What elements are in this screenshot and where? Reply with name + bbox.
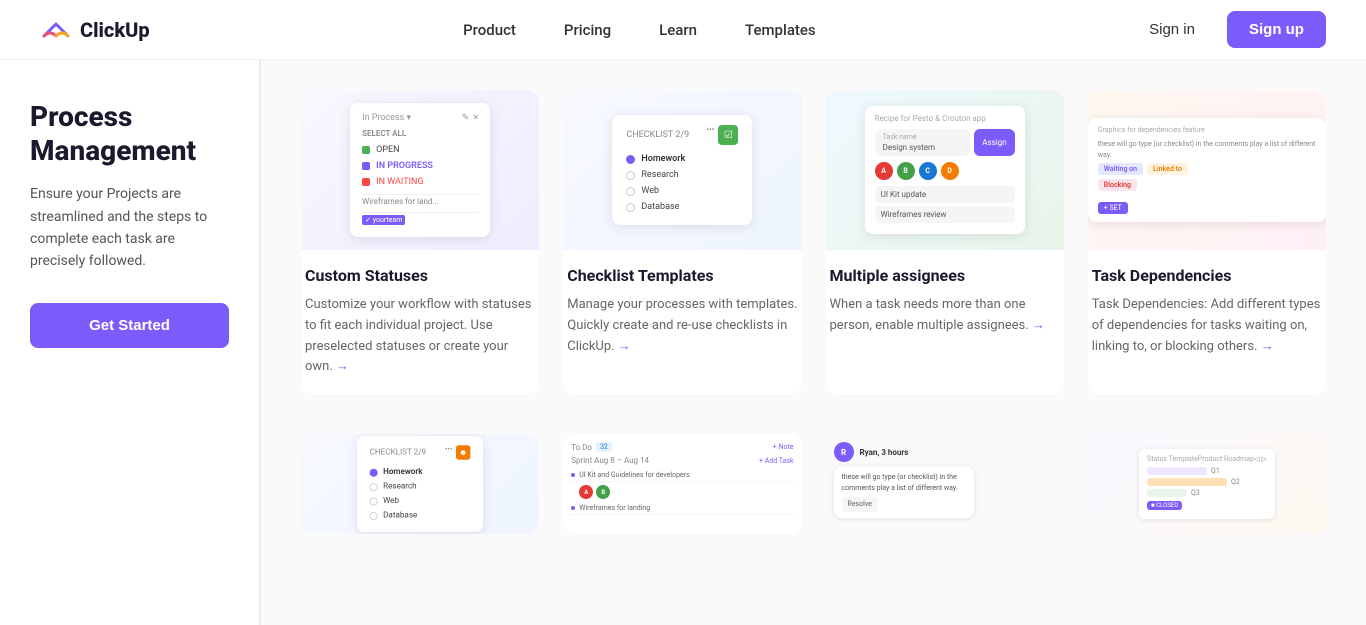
sidebar: Process Management Ensure your Projects … bbox=[0, 60, 260, 625]
feature-title-custom-statuses: Custom Statuses bbox=[305, 266, 535, 285]
feature-desc-multiple-assignees: When a task needs more than one person, … bbox=[830, 295, 1060, 337]
feature-image-custom-statuses: In Process ▾ ✎ × SELECT ALL OPEN bbox=[301, 90, 539, 250]
nav-product[interactable]: Product bbox=[443, 13, 536, 47]
feature-card-bottom-roadmap: Status Template Product Roadmap ◁ ▷ Q1 bbox=[1088, 434, 1326, 534]
get-started-button[interactable]: Get Started bbox=[30, 303, 229, 348]
feature-image-checklist-templates: CHECKLIST 2/9 ••• ☑ Homework bbox=[563, 90, 801, 250]
logo[interactable]: ClickUp bbox=[40, 14, 150, 46]
mock-checklist-ui: CHECKLIST 2/9 ••• ☑ Homework bbox=[563, 90, 801, 250]
feature-link-multiple-assignees[interactable]: → bbox=[1032, 318, 1045, 333]
feature-body-task-dependencies: Task Dependencies Task Dependencies: Add… bbox=[1088, 250, 1326, 373]
feature-link-task-dependencies[interactable]: → bbox=[1261, 339, 1274, 354]
nav-links: Product Pricing Learn Templates bbox=[443, 13, 836, 47]
nav-learn[interactable]: Learn bbox=[639, 13, 717, 47]
feature-card-checklist-templates: CHECKLIST 2/9 ••• ☑ Homework bbox=[563, 90, 801, 394]
mock-comment-ui: R Ryan, 3 hours these will go type (or c… bbox=[826, 434, 1064, 534]
nav-templates[interactable]: Templates bbox=[725, 13, 836, 47]
signin-button[interactable]: Sign in bbox=[1129, 13, 1215, 46]
feature-desc-custom-statuses: Customize your workflow with statuses to… bbox=[305, 295, 535, 378]
signup-button[interactable]: Sign up bbox=[1227, 11, 1326, 48]
logo-text: ClickUp bbox=[80, 18, 150, 42]
feature-card-task-dependencies: Graphics for dependencies feature these … bbox=[1088, 90, 1326, 394]
feature-body-custom-statuses: Custom Statuses Customize your workflow … bbox=[301, 250, 539, 394]
feature-image-task-dependencies: Graphics for dependencies feature these … bbox=[1088, 90, 1326, 250]
feature-title-task-dependencies: Task Dependencies bbox=[1092, 266, 1322, 285]
feature-title-checklist-templates: Checklist Templates bbox=[567, 266, 797, 285]
feature-title-multiple-assignees: Multiple assignees bbox=[830, 266, 1060, 285]
mock-deps-ui: Graphics for dependencies feature these … bbox=[1088, 90, 1326, 250]
logo-icon bbox=[40, 14, 72, 46]
nav-actions: Sign in Sign up bbox=[1129, 11, 1326, 48]
mock-sprint-ui: To Do 32 + Note Sprint Aug 8 – Aug 14 + … bbox=[563, 434, 801, 534]
feature-link-checklist-templates[interactable]: → bbox=[618, 339, 631, 354]
feature-card-bottom-checklist: CHECKLIST 2/9 ••• ☻ Homework Research bbox=[301, 434, 539, 534]
mock-statuses-ui: In Process ▾ ✎ × SELECT ALL OPEN bbox=[301, 90, 539, 250]
feature-card-bottom-comments: R Ryan, 3 hours these will go type (or c… bbox=[826, 434, 1064, 534]
page-layout: Process Management Ensure your Projects … bbox=[0, 60, 1366, 625]
feature-image-bottom-sprint: To Do 32 + Note Sprint Aug 8 – Aug 14 + … bbox=[563, 434, 801, 534]
feature-body-checklist-templates: Checklist Templates Manage your processe… bbox=[563, 250, 801, 373]
feature-link-custom-statuses[interactable]: → bbox=[336, 359, 349, 374]
feature-card-bottom-sprint: To Do 32 + Note Sprint Aug 8 – Aug 14 + … bbox=[563, 434, 801, 534]
feature-desc-task-dependencies: Task Dependencies: Add different types o… bbox=[1092, 295, 1322, 357]
navbar: ClickUp Product Pricing Learn Templates … bbox=[0, 0, 1366, 60]
page-title: Process Management bbox=[30, 100, 229, 167]
sidebar-description: Ensure your Projects are streamlined and… bbox=[30, 183, 229, 273]
feature-card-custom-statuses: In Process ▾ ✎ × SELECT ALL OPEN bbox=[301, 90, 539, 394]
nav-pricing[interactable]: Pricing bbox=[544, 13, 631, 47]
features-grid-bottom: CHECKLIST 2/9 ••• ☻ Homework Research bbox=[301, 434, 1326, 534]
feature-image-bottom-checklist: CHECKLIST 2/9 ••• ☻ Homework Research bbox=[301, 434, 539, 534]
features-grid-top: In Process ▾ ✎ × SELECT ALL OPEN bbox=[301, 90, 1326, 394]
mock-checklist2-ui: CHECKLIST 2/9 ••• ☻ Homework Research bbox=[301, 434, 539, 534]
feature-card-multiple-assignees: Recipe for Pesto & Crouton app Task name… bbox=[826, 90, 1064, 394]
feature-desc-checklist-templates: Manage your processes with templates. Qu… bbox=[567, 295, 797, 357]
feature-image-bottom-roadmap: Status Template Product Roadmap ◁ ▷ Q1 bbox=[1088, 434, 1326, 534]
feature-image-bottom-comments: R Ryan, 3 hours these will go type (or c… bbox=[826, 434, 1064, 534]
feature-image-multiple-assignees: Recipe for Pesto & Crouton app Task name… bbox=[826, 90, 1064, 250]
content-area: In Process ▾ ✎ × SELECT ALL OPEN bbox=[261, 60, 1366, 625]
mock-assignees-ui: Recipe for Pesto & Crouton app Task name… bbox=[826, 90, 1064, 250]
mock-roadmap-ui: Status Template Product Roadmap ◁ ▷ Q1 bbox=[1088, 434, 1326, 534]
feature-body-multiple-assignees: Multiple assignees When a task needs mor… bbox=[826, 250, 1064, 353]
